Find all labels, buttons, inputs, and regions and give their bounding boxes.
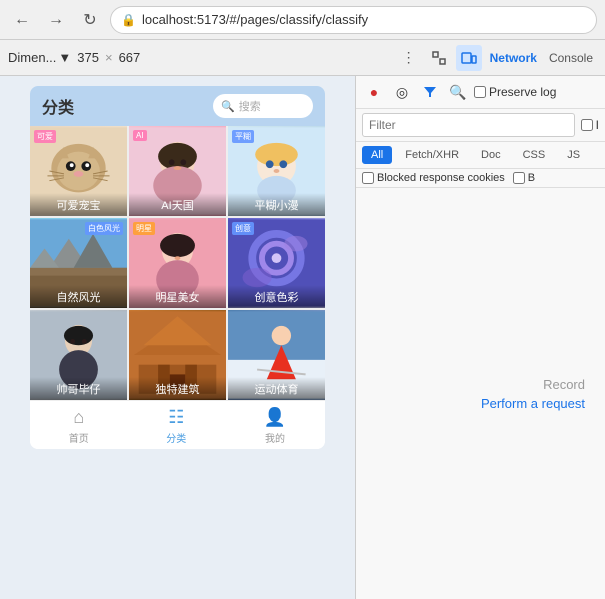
network-filter-input[interactable] [362,113,575,137]
list-item[interactable]: 运动体育 [228,310,325,400]
devtools-responsive-mode[interactable] [456,45,482,71]
dimension-width: 375 [77,50,99,65]
dimension-height: 667 [119,50,141,65]
item-badge: 创意 [232,222,254,235]
app-title: 分类 [42,94,74,118]
grid-item-label: 自然风光 [30,285,127,308]
profile-icon: 👤 [264,407,286,428]
grid-item-label: 运动体育 [228,377,325,400]
grid-item-label: 可爱宠宝 [30,193,127,216]
list-item[interactable]: 帅哥毕仔 [30,310,127,400]
list-item[interactable]: AI AI天国 [129,126,226,216]
preserve-log-checkbox-label[interactable]: Preserve log [474,85,556,99]
blocked-b-label[interactable]: B [513,172,535,184]
more-options-button[interactable]: ⋮ [396,45,422,71]
blocked-b-checkbox[interactable] [513,172,525,184]
record-button[interactable]: ● [362,80,386,104]
classify-icon: ☷ [168,407,184,428]
url-text: localhost:5173/#/pages/classify/classify [142,12,368,27]
bottom-nav: ⌂ 首页 ☷ 分类 👤 我的 [30,400,325,449]
address-bar[interactable]: 🔒 localhost:5173/#/pages/classify/classi… [110,6,597,34]
search-icon: 🔍 [221,100,235,113]
console-tab-label: Console [549,51,593,65]
empty-perform-text: Perform a request [481,396,585,411]
blocked-b-text: B [528,172,535,184]
type-filter-doc[interactable]: Doc [472,146,510,164]
preserve-log-checkbox[interactable] [474,86,486,98]
list-item[interactable]: 独特建筑 [129,310,226,400]
clear-button[interactable]: ◎ [390,80,414,104]
main-area: 分类 🔍 搜索 [0,76,605,599]
network-tab-button[interactable]: Network [486,45,541,71]
search-placeholder: 搜索 [239,98,261,114]
grid-item-label: 明星美女 [129,285,226,308]
type-filter-all[interactable]: All [362,146,392,164]
dimension-bar: Dimen... ▼ 375 × 667 ⋮ Network Console [0,40,605,76]
chevron-down-icon: ▼ [58,50,71,65]
phone-screen: 分类 🔍 搜索 [30,86,325,449]
devtools-toolbar: ● ◎ 🔍 Preserve log [356,76,605,109]
grid-item-label: AI天国 [129,193,226,216]
list-item[interactable]: 明星 明星美女 [129,218,226,308]
devtools-panel: ● ◎ 🔍 Preserve log I All Fetch/XHR Doc [355,76,605,599]
empty-record-text: Record [543,377,585,392]
address-bar-row: ← → ↻ 🔒 localhost:5173/#/pages/classify/… [0,0,605,40]
invert-label: I [596,118,599,132]
home-icon: ⌂ [73,407,84,428]
list-item[interactable]: 可爱 可爱宠宝 [30,126,127,216]
grid-item-label: 平糊小漫 [228,193,325,216]
type-filter-fetch[interactable]: Fetch/XHR [396,146,468,164]
devtools-tab-bar-right: ⋮ Network Console [396,45,597,71]
invert-checkbox[interactable] [581,119,593,131]
item-badge: AI [133,130,147,141]
reload-button[interactable]: ↻ [76,6,104,34]
empty-state: Record Perform a request [356,188,605,599]
list-item[interactable]: 创意 创意色彩 [228,218,325,308]
type-filter-css[interactable]: CSS [514,146,555,164]
invert-checkbox-label[interactable]: I [581,118,599,132]
dimension-separator: × [105,50,113,65]
app-header: 分类 🔍 搜索 [30,86,325,126]
back-button[interactable]: ← [8,6,36,34]
item-badge: 平糊 [232,130,254,143]
nav-label-home: 首页 [69,430,89,445]
nav-label-classify: 分类 [166,430,186,445]
network-tab-label: Network [490,51,537,65]
nav-item-classify[interactable]: ☷ 分类 [166,407,186,445]
list-item[interactable]: 白色风光 自然风光 [30,218,127,308]
item-badge: 明星 [133,222,155,235]
filter-row: I [356,109,605,142]
lock-icon: 🔒 [121,13,136,27]
item-badge: 可爱 [34,130,56,143]
blocked-cookies-checkbox[interactable] [362,172,374,184]
console-tab-button[interactable]: Console [545,45,597,71]
nav-item-profile[interactable]: 👤 我的 [264,407,286,445]
blocked-cookies-text: Blocked response cookies [377,172,505,184]
list-item[interactable]: 平糊 平糊小漫 [228,126,325,216]
search-box[interactable]: 🔍 搜索 [213,94,313,118]
blocked-row: Blocked response cookies B [356,169,605,188]
grid-item-label: 创意色彩 [228,285,325,308]
grid-item-label: 帅哥毕仔 [30,377,127,400]
grid-container: 可爱 可爱宠宝 AI AI天国 [30,126,325,400]
devtools-element-picker[interactable] [426,45,452,71]
nav-label-profile: 我的 [265,430,285,445]
item-badge: 白色风光 [85,222,123,235]
dimension-preset-label: Dimen... [8,50,56,65]
type-filter-js[interactable]: JS [558,146,589,164]
dimension-preset-dropdown[interactable]: Dimen... ▼ [8,50,71,65]
grid-item-label: 独特建筑 [129,377,226,400]
search-button[interactable]: 🔍 [446,80,470,104]
preserve-log-label: Preserve log [489,85,556,99]
blocked-cookies-label[interactable]: Blocked response cookies [362,172,505,184]
filter-button[interactable] [418,80,442,104]
forward-button[interactable]: → [42,6,70,34]
type-filters: All Fetch/XHR Doc CSS JS [356,142,605,169]
browser-chrome: ← → ↻ 🔒 localhost:5173/#/pages/classify/… [0,0,605,76]
mobile-view: 分类 🔍 搜索 [0,76,355,599]
nav-item-home[interactable]: ⌂ 首页 [69,407,89,445]
